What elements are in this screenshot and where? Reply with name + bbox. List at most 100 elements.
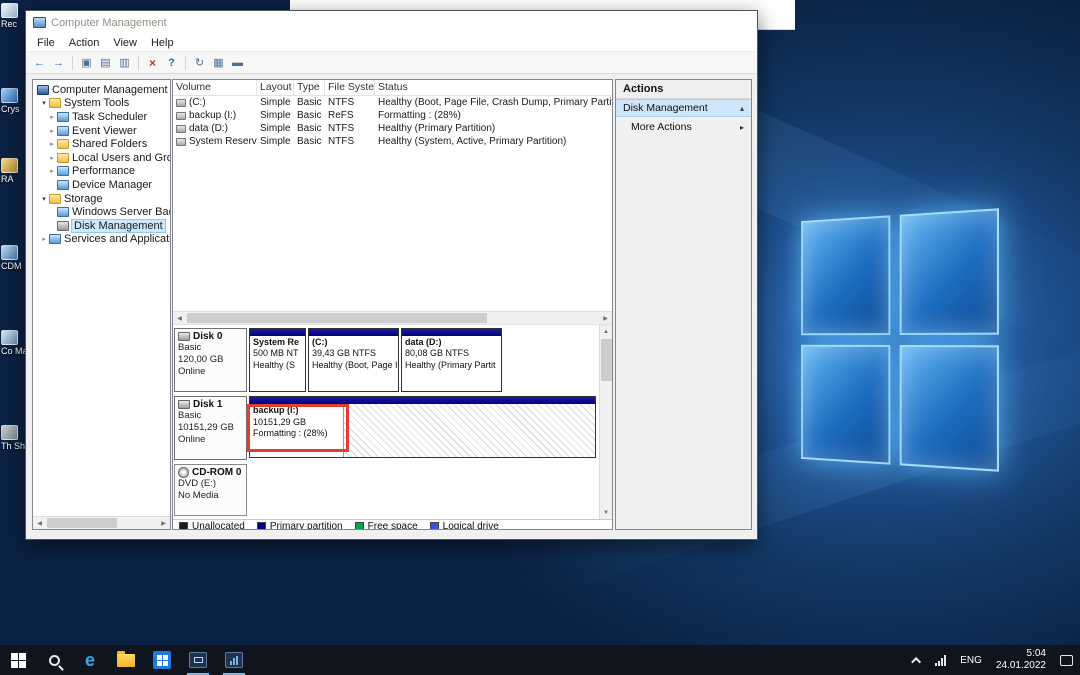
- scroll-right-icon[interactable]: ▶: [599, 312, 612, 324]
- taskbar-computer-management-button[interactable]: [180, 645, 216, 675]
- column-layout[interactable]: Layout: [257, 80, 294, 95]
- disk0-label[interactable]: Disk 0 Basic 120,00 GB Online: [174, 328, 247, 392]
- tree-item-task-scheduler[interactable]: ▸ Task Scheduler: [33, 110, 170, 124]
- start-button[interactable]: [0, 645, 36, 675]
- volume-list-horizontal-scrollbar[interactable]: ◀ ▶: [173, 311, 612, 324]
- disk-view-icon[interactable]: ▬: [229, 54, 246, 71]
- partition-data-d[interactable]: data (D:) 80,08 GB NTFS Healthy (Primary…: [401, 328, 502, 392]
- forward-icon[interactable]: →: [50, 54, 67, 71]
- tree-item-event-viewer[interactable]: ▸ Event Viewer: [33, 124, 170, 138]
- desktop-icon-label: CDM: [1, 262, 22, 271]
- title-bar[interactable]: Computer Management: [26, 11, 757, 34]
- disk1-label[interactable]: Disk 1 Basic 10151,29 GB Online: [174, 396, 247, 460]
- computer-management-window: Computer Management File Action View Hel…: [25, 10, 758, 540]
- cd-icon: [178, 467, 189, 478]
- desktop-icon[interactable]: Rec: [1, 3, 26, 30]
- tree-item-performance[interactable]: ▸ Performance: [33, 165, 170, 179]
- volume-table-header: Volume Layout Type File System Status: [173, 80, 612, 96]
- column-type[interactable]: Type: [294, 80, 325, 95]
- legend-color-swatch: [354, 522, 364, 529]
- desktop-icon[interactable]: Co Man: [1, 330, 26, 357]
- disk-app-icon: [225, 652, 243, 668]
- column-volume[interactable]: Volume: [173, 80, 257, 95]
- tree-item-shared-folders[interactable]: ▸ Shared Folders: [33, 137, 170, 151]
- taskbar-store-button[interactable]: [144, 645, 180, 675]
- menu-file[interactable]: File: [30, 36, 62, 50]
- chevron-down-icon[interactable]: ▾: [39, 195, 49, 203]
- disk-size: 10151,29 GB: [178, 421, 234, 433]
- action-disk-management[interactable]: Disk Management ▴: [616, 99, 751, 117]
- scroll-left-icon[interactable]: ◀: [173, 312, 186, 324]
- details-view-icon[interactable]: ▦: [210, 54, 227, 71]
- tray-show-hidden-icons[interactable]: [907, 645, 928, 675]
- tree-item-storage[interactable]: ▾ Storage: [33, 192, 170, 206]
- desktop-icon[interactable]: RA: [1, 158, 26, 185]
- chevron-right-icon[interactable]: ▸: [47, 154, 57, 162]
- tree-item-root[interactable]: Computer Management (Local: [33, 83, 170, 97]
- action-more-actions[interactable]: More Actions ▸: [616, 119, 751, 135]
- chevron-right-icon[interactable]: ▸: [47, 167, 57, 175]
- scrollbar-thumb[interactable]: [187, 313, 487, 323]
- partition-system-reserved[interactable]: System Re 500 MB NT Healthy (S: [249, 328, 306, 392]
- app-shortcut-icon: [1, 88, 18, 103]
- tree-item-windows-server-backup[interactable]: Windows Server Backup: [33, 205, 170, 219]
- cell-type: Basic: [297, 136, 322, 147]
- delete-icon[interactable]: ×: [144, 54, 161, 71]
- help-icon[interactable]: ?: [163, 54, 180, 71]
- scroll-left-icon[interactable]: ◀: [33, 517, 46, 529]
- menu-action[interactable]: Action: [62, 36, 107, 50]
- desktop-icon[interactable]: Th Sh: [1, 425, 26, 452]
- tray-action-center[interactable]: [1053, 645, 1080, 675]
- chevron-right-icon[interactable]: ▸: [740, 123, 744, 132]
- volume-table: (C:) Simple Basic NTFS Healthy (Boot, Pa…: [173, 96, 612, 311]
- partition-c[interactable]: (C:) 39,43 GB NTFS Healthy (Boot, Page I: [308, 328, 399, 392]
- taskbar: e ENG 5:04 24.01.2022: [0, 645, 1080, 675]
- chevron-down-icon[interactable]: ▾: [39, 99, 49, 107]
- taskbar-file-explorer-button[interactable]: [108, 645, 144, 675]
- tree-item-local-users-groups[interactable]: ▸ Local Users and Groups: [33, 151, 170, 165]
- chevron-right-icon[interactable]: ▸: [39, 235, 49, 243]
- taskbar-search-button[interactable]: [36, 645, 72, 675]
- tree-item-disk-management[interactable]: Disk Management: [33, 218, 170, 233]
- tree-horizontal-scrollbar[interactable]: ◀ ▶: [33, 516, 170, 529]
- column-status[interactable]: Status: [375, 80, 612, 95]
- show-console-tree-icon[interactable]: ▣: [78, 54, 95, 71]
- desktop-icon[interactable]: CDM: [1, 245, 26, 272]
- scroll-up-icon[interactable]: ▲: [600, 325, 612, 338]
- collapse-icon[interactable]: ▴: [740, 104, 744, 113]
- table-row[interactable]: backup (I:) Simple Basic ReFS Formatting…: [173, 109, 612, 122]
- refresh-icon[interactable]: ↻: [191, 54, 208, 71]
- disk-view-vertical-scrollbar[interactable]: ▲ ▼: [599, 325, 612, 519]
- scroll-right-icon[interactable]: ▶: [157, 517, 170, 529]
- menu-view[interactable]: View: [106, 36, 144, 50]
- tray-language[interactable]: ENG: [953, 645, 989, 675]
- desktop-icon-label: Crys: [1, 105, 20, 114]
- tree-item-label: Computer Management (Local: [52, 83, 170, 96]
- scrollbar-thumb[interactable]: [47, 518, 117, 528]
- tree-item-system-tools[interactable]: ▾ System Tools: [33, 97, 170, 111]
- taskbar-app-button[interactable]: [216, 645, 252, 675]
- tree-item-label: Shared Folders: [72, 138, 148, 151]
- table-row[interactable]: System Reserved Simple Basic NTFS Health…: [173, 135, 612, 148]
- back-icon[interactable]: ←: [31, 54, 48, 71]
- table-row[interactable]: data (D:) Simple Basic NTFS Healthy (Pri…: [173, 122, 612, 135]
- column-file-system[interactable]: File System: [325, 80, 375, 95]
- partition-backup-i[interactable]: backup (I:) 10151,29 GB Formatting : (28…: [247, 396, 596, 458]
- tree-item-services-applications[interactable]: ▸ Services and Applications: [33, 233, 170, 247]
- properties-icon[interactable]: ▥: [116, 54, 133, 71]
- scroll-down-icon[interactable]: ▼: [600, 506, 612, 519]
- tree-item-device-manager[interactable]: Device Manager: [33, 178, 170, 192]
- cdrom-label[interactable]: CD-ROM 0 DVD (E:) No Media: [174, 464, 247, 516]
- tray-clock[interactable]: 5:04 24.01.2022: [989, 645, 1053, 675]
- menu-help[interactable]: Help: [144, 36, 181, 50]
- tray-network[interactable]: [928, 645, 953, 675]
- chevron-right-icon[interactable]: ▸: [47, 140, 57, 148]
- taskbar-edge-button[interactable]: e: [72, 645, 108, 675]
- scrollbar-thumb[interactable]: [601, 339, 612, 381]
- chevron-right-icon[interactable]: ▸: [47, 127, 57, 135]
- desktop-icon[interactable]: Crys: [1, 88, 26, 115]
- cdrom-row: CD-ROM 0 DVD (E:) No Media: [174, 464, 598, 516]
- table-row[interactable]: (C:) Simple Basic NTFS Healthy (Boot, Pa…: [173, 96, 612, 109]
- chevron-right-icon[interactable]: ▸: [47, 113, 57, 121]
- export-list-icon[interactable]: ▤: [97, 54, 114, 71]
